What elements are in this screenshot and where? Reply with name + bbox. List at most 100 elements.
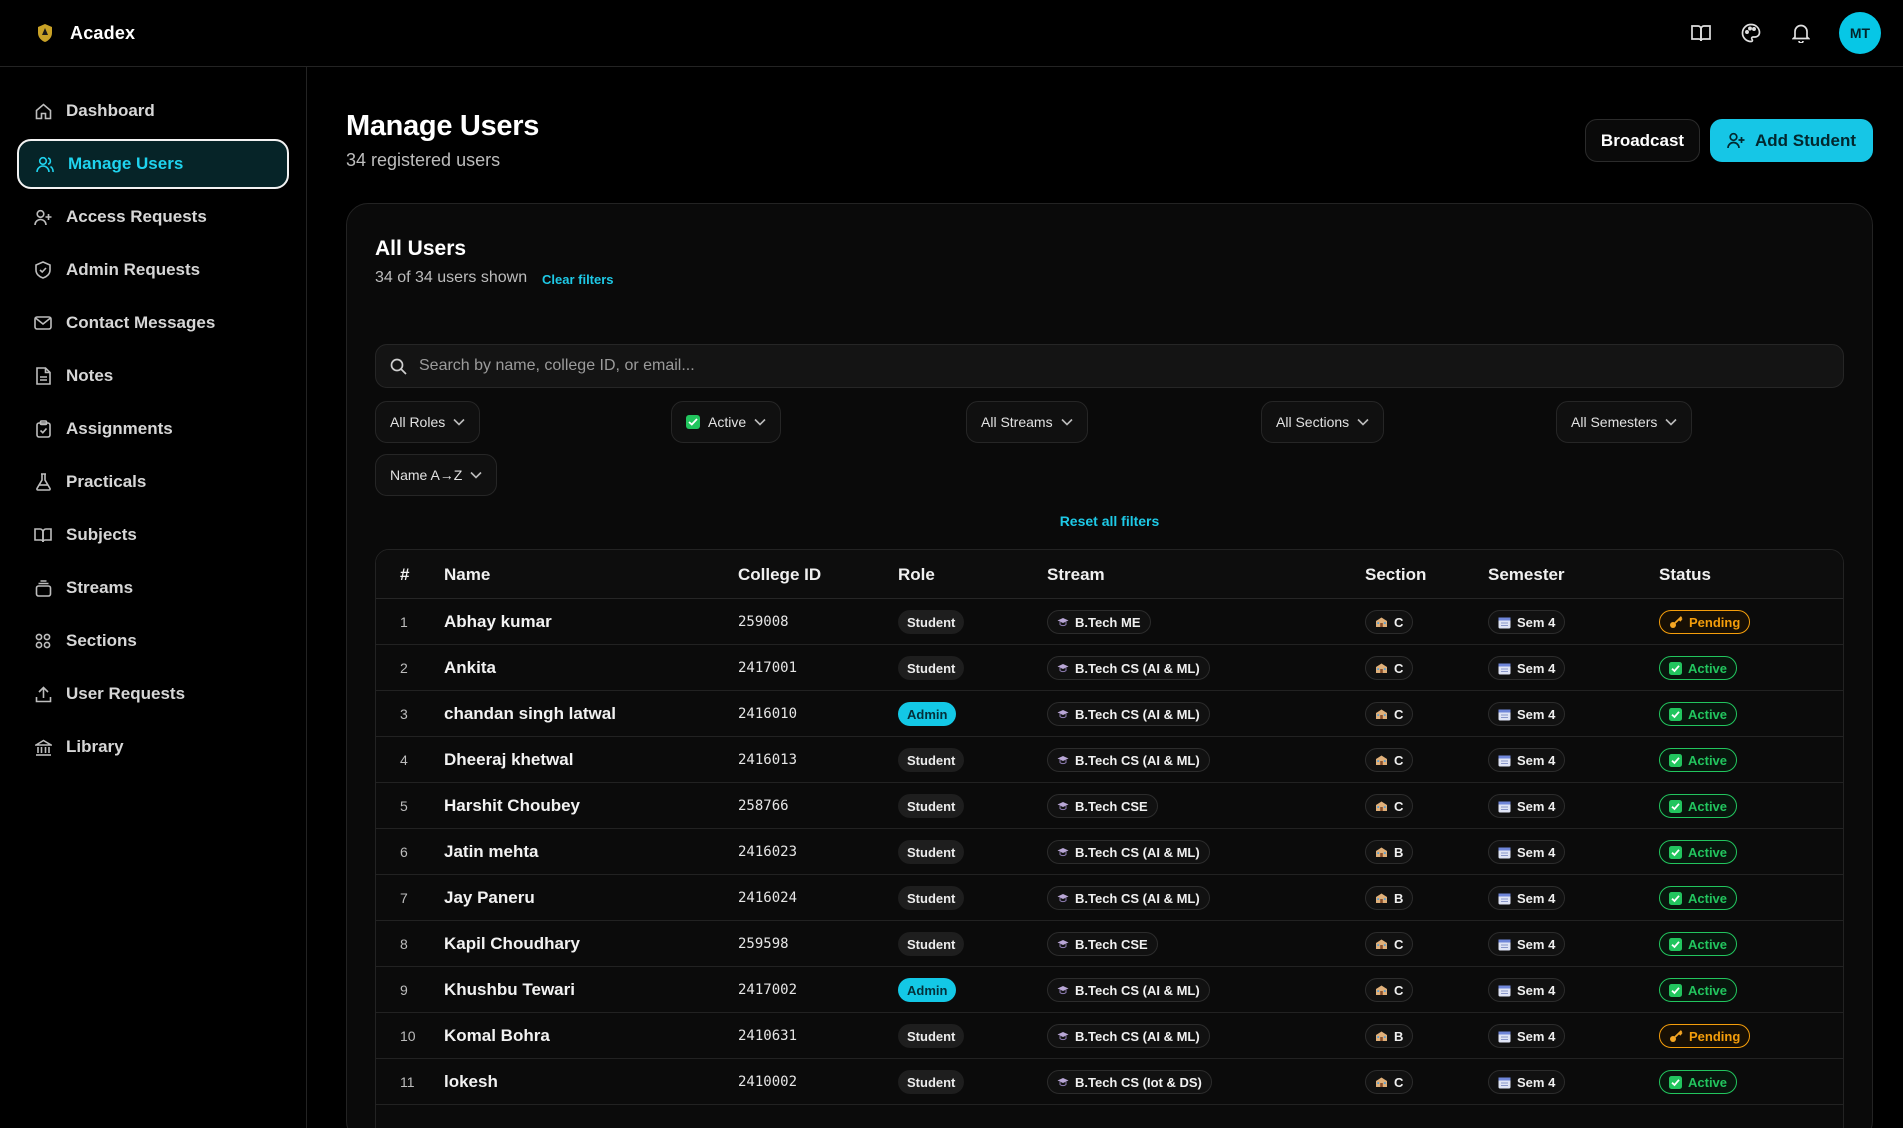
section-label: B: [1394, 844, 1404, 860]
table-row[interactable]: 10 Komal Bohra 2410631 Student B.Tech CS (AI…: [376, 1013, 1843, 1059]
table-row[interactable]: 5 Harshit Choubey 258766 Student B.Tech CSE C…: [376, 783, 1843, 829]
sidebar-item-notes[interactable]: Notes: [17, 351, 289, 401]
user-name[interactable]: lokesh: [444, 1059, 498, 1105]
graduation-cap-icon: [1057, 892, 1069, 904]
col-section[interactable]: Section: [1365, 565, 1426, 585]
sidebar-item-dashboard[interactable]: Dashboard: [17, 86, 289, 136]
col-role[interactable]: Role: [898, 565, 935, 585]
col-status[interactable]: Status: [1659, 565, 1711, 585]
status-label: Active: [1688, 706, 1728, 722]
semester-badge: Sem 4: [1488, 886, 1566, 910]
user-name[interactable]: Ankita: [444, 645, 496, 691]
col-stream[interactable]: Stream: [1047, 565, 1105, 585]
user-name[interactable]: Kapil Choudhary: [444, 921, 580, 967]
status-filter[interactable]: Active: [671, 401, 782, 443]
broadcast-button[interactable]: Broadcast: [1585, 119, 1700, 162]
semester-filter[interactable]: All Semesters: [1556, 401, 1693, 443]
sidebar-item-manage-users[interactable]: Manage Users: [17, 139, 289, 189]
table-row[interactable]: 9 Khushbu Tewari 2417002 Admin B.Tech CS (AI…: [376, 967, 1843, 1013]
table-row[interactable]: 3 chandan singh latwal 2416010 Admin B.Tech …: [376, 691, 1843, 737]
role-filter[interactable]: All Roles: [375, 401, 481, 443]
table-header: # Name College ID Role Stream Section Se…: [376, 550, 1843, 599]
stream-badge: B.Tech CS (AI & ML): [1047, 886, 1210, 910]
col-num[interactable]: #: [400, 565, 409, 585]
col-college-id[interactable]: College ID: [738, 565, 821, 585]
status-label: Pending: [1689, 1028, 1741, 1044]
table-row[interactable]: 4 Dheeraj khetwal 2416013 Student B.Tech CS …: [376, 737, 1843, 783]
sidebar-item-subjects[interactable]: Subjects: [17, 510, 289, 560]
palette-icon[interactable]: [1739, 21, 1763, 45]
row-number: 6: [400, 844, 408, 860]
brand[interactable]: Acadex: [34, 20, 135, 46]
row-number: 5: [400, 798, 408, 814]
bell-icon[interactable]: [1789, 21, 1813, 45]
row-number: 3: [400, 706, 408, 722]
status-label: Active: [1688, 1074, 1728, 1090]
check-icon: [1669, 1075, 1682, 1089]
table-row[interactable]: 1 Abhay kumar 259008 Student B.Tech ME C Sem 4…: [376, 599, 1843, 645]
role-badge: Student: [898, 610, 965, 634]
calendar-icon: [1498, 938, 1511, 951]
stream-label: B.Tech CS (AI & ML): [1075, 660, 1200, 676]
user-name[interactable]: Abhay kumar: [444, 599, 552, 645]
table-row[interactable]: 11 lokesh 2410002 Student B.Tech CS (Iot & D…: [376, 1059, 1843, 1105]
college-id: 258766: [738, 798, 789, 814]
sidebar-item-practicals[interactable]: Practicals: [17, 457, 289, 507]
semester-label: Sem 4: [1517, 890, 1556, 906]
sidebar-item-assignments[interactable]: Assignments: [17, 404, 289, 454]
sidebar-item-access-requests[interactable]: Access Requests: [17, 192, 289, 242]
table-row[interactable]: 2 Ankita 2417001 Student B.Tech CS (AI & ML)…: [376, 645, 1843, 691]
sidebar-item-library[interactable]: Library: [17, 722, 289, 772]
sidebar-item-label: Subjects: [66, 525, 137, 544]
user-name[interactable]: Harshit Choubey: [444, 783, 580, 829]
chevron-down-icon: [1061, 418, 1073, 426]
table-row[interactable]: 8 Kapil Choudhary 259598 Student B.Tech CSE C…: [376, 921, 1843, 967]
col-name[interactable]: Name: [444, 565, 490, 585]
users-icon: [36, 155, 54, 173]
status-badge: Active: [1659, 702, 1738, 726]
book-icon[interactable]: [1689, 21, 1713, 45]
user-name[interactable]: Khushbu Tewari: [444, 967, 575, 1013]
role-badge: Student: [898, 1024, 965, 1048]
shield-icon: [34, 261, 52, 279]
college-id: 2416010: [738, 706, 798, 722]
sidebar-item-sections[interactable]: Sections: [17, 616, 289, 666]
semester-label: Sem 4: [1517, 798, 1556, 814]
sort-filter-value: Name A→Z: [390, 467, 463, 483]
sidebar-item-admin-requests[interactable]: Admin Requests: [17, 245, 289, 295]
sidebar-item-streams[interactable]: Streams: [17, 563, 289, 613]
section-filter[interactable]: All Sections: [1261, 401, 1385, 443]
sidebar-item-user-requests[interactable]: User Requests: [17, 669, 289, 719]
school-icon: [1375, 1076, 1388, 1088]
stream-filter[interactable]: All Streams: [966, 401, 1088, 443]
graduation-cap-icon: [1057, 662, 1069, 674]
section-label: B: [1394, 1028, 1404, 1044]
section-label: C: [1394, 660, 1404, 676]
user-name[interactable]: Jatin mehta: [444, 829, 538, 875]
library-icon: [34, 738, 52, 756]
sort-filter[interactable]: Name A→Z: [375, 454, 498, 496]
user-name[interactable]: Komal Bohra: [444, 1013, 550, 1059]
avatar[interactable]: MT: [1839, 12, 1881, 54]
user-plus-icon: [1727, 132, 1745, 149]
col-semester[interactable]: Semester: [1488, 565, 1565, 585]
sidebar-item-label: User Requests: [66, 684, 186, 703]
semester-badge: Sem 4: [1488, 656, 1566, 680]
semester-label: Sem 4: [1517, 706, 1556, 722]
user-name[interactable]: Jay Paneru: [444, 875, 535, 921]
user-name[interactable]: chandan singh latwal: [444, 691, 616, 737]
section-badge: C: [1365, 794, 1414, 818]
add-student-button[interactable]: Add Student: [1710, 119, 1873, 162]
search-input[interactable]: [419, 357, 1843, 375]
page-title: Manage Users: [346, 110, 540, 142]
clear-filters-link[interactable]: Clear filters: [542, 272, 614, 287]
status-badge: Active: [1659, 748, 1738, 772]
stream-label: B.Tech CSE: [1075, 798, 1148, 814]
table-row[interactable]: 7 Jay Paneru 2416024 Student B.Tech CS (AI &…: [376, 875, 1843, 921]
sidebar-item-contact-messages[interactable]: Contact Messages: [17, 298, 289, 348]
reset-filters-link[interactable]: Reset all filters: [1060, 513, 1160, 529]
school-icon: [1375, 892, 1388, 904]
user-name[interactable]: Dheeraj khetwal: [444, 737, 573, 783]
table-row[interactable]: 6 Jatin mehta 2416023 Student B.Tech CS (AI …: [376, 829, 1843, 875]
users-table: # Name College ID Role Stream Section Se…: [375, 549, 1844, 1128]
